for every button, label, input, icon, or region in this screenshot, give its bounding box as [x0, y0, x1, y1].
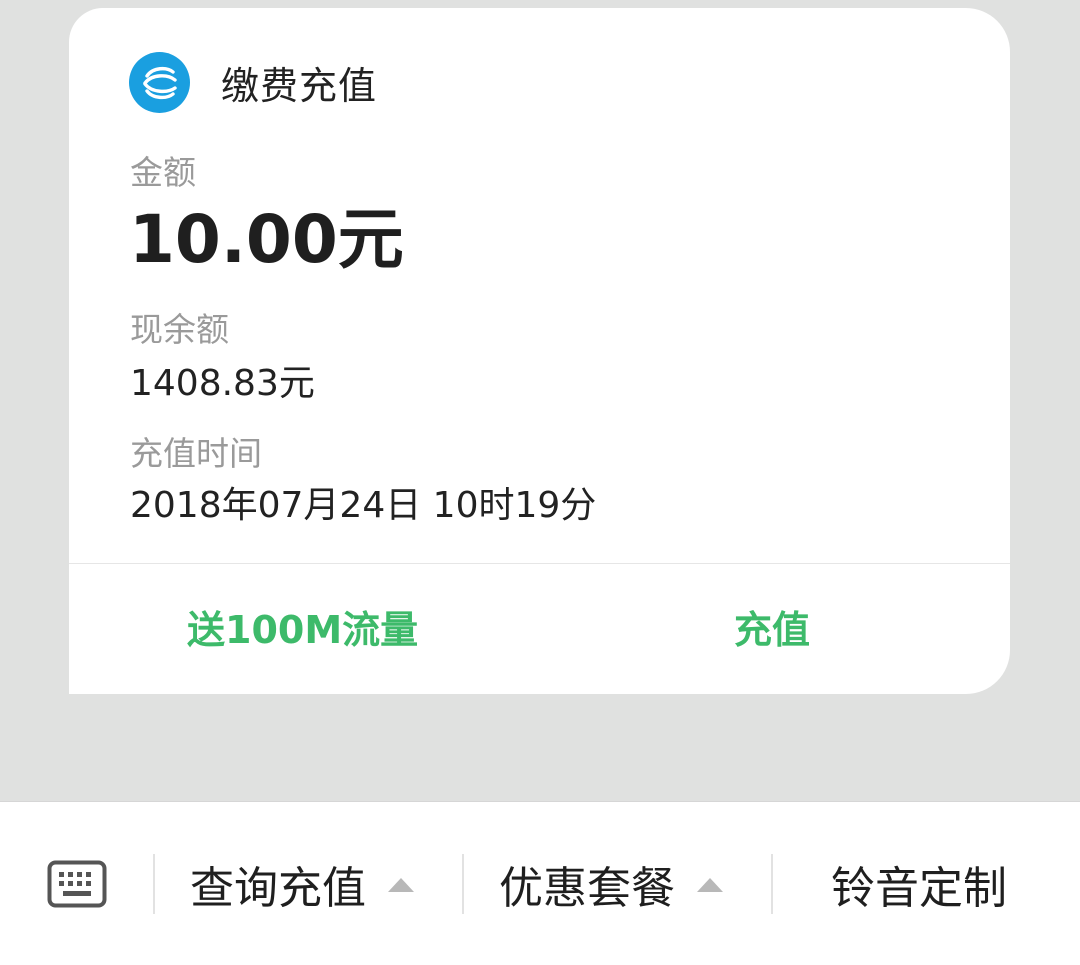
card-header: 缴费充值: [129, 51, 377, 113]
recharge-time-label: 充值时间: [130, 434, 262, 473]
balance-value: 1408.83元: [130, 363, 315, 404]
card-title: 缴费充值: [221, 63, 378, 108]
keyboard-icon: [47, 860, 107, 908]
amount-value: 10.00元: [129, 201, 404, 278]
menu-ringtone-custom[interactable]: 铃音定制: [831, 850, 1007, 918]
bottom-menu-bar: 查询充值 优惠套餐 铃音定制: [0, 801, 1080, 965]
submenu-arrow-icon: [697, 878, 723, 892]
menu-discount-plans-label: 优惠套餐: [499, 863, 675, 914]
menu-query-recharge-label: 查询充值: [190, 863, 366, 914]
card-divider: [69, 563, 1010, 564]
message-card: 缴费充值 金额 10.00元 现余额 1408.83元 充值时间 2018年07…: [69, 8, 1010, 694]
submenu-arrow-icon: [388, 878, 414, 892]
menu-separator: [462, 854, 464, 914]
free-data-button[interactable]: 送100M流量: [187, 606, 418, 654]
menu-discount-plans[interactable]: 优惠套餐: [499, 850, 723, 918]
keyboard-toggle-button[interactable]: [40, 852, 114, 916]
amount-label: 金额: [130, 153, 196, 192]
menu-separator: [153, 854, 155, 914]
menu-query-recharge[interactable]: 查询充值: [190, 850, 414, 918]
balance-label: 现余额: [130, 310, 229, 349]
menu-ringtone-custom-label: 铃音定制: [831, 863, 1007, 914]
recharge-time-value: 2018年07月24日 10时19分: [130, 485, 597, 526]
menu-separator: [771, 854, 773, 914]
china-mobile-logo-icon: [129, 51, 190, 113]
recharge-button[interactable]: 充值: [734, 606, 810, 654]
